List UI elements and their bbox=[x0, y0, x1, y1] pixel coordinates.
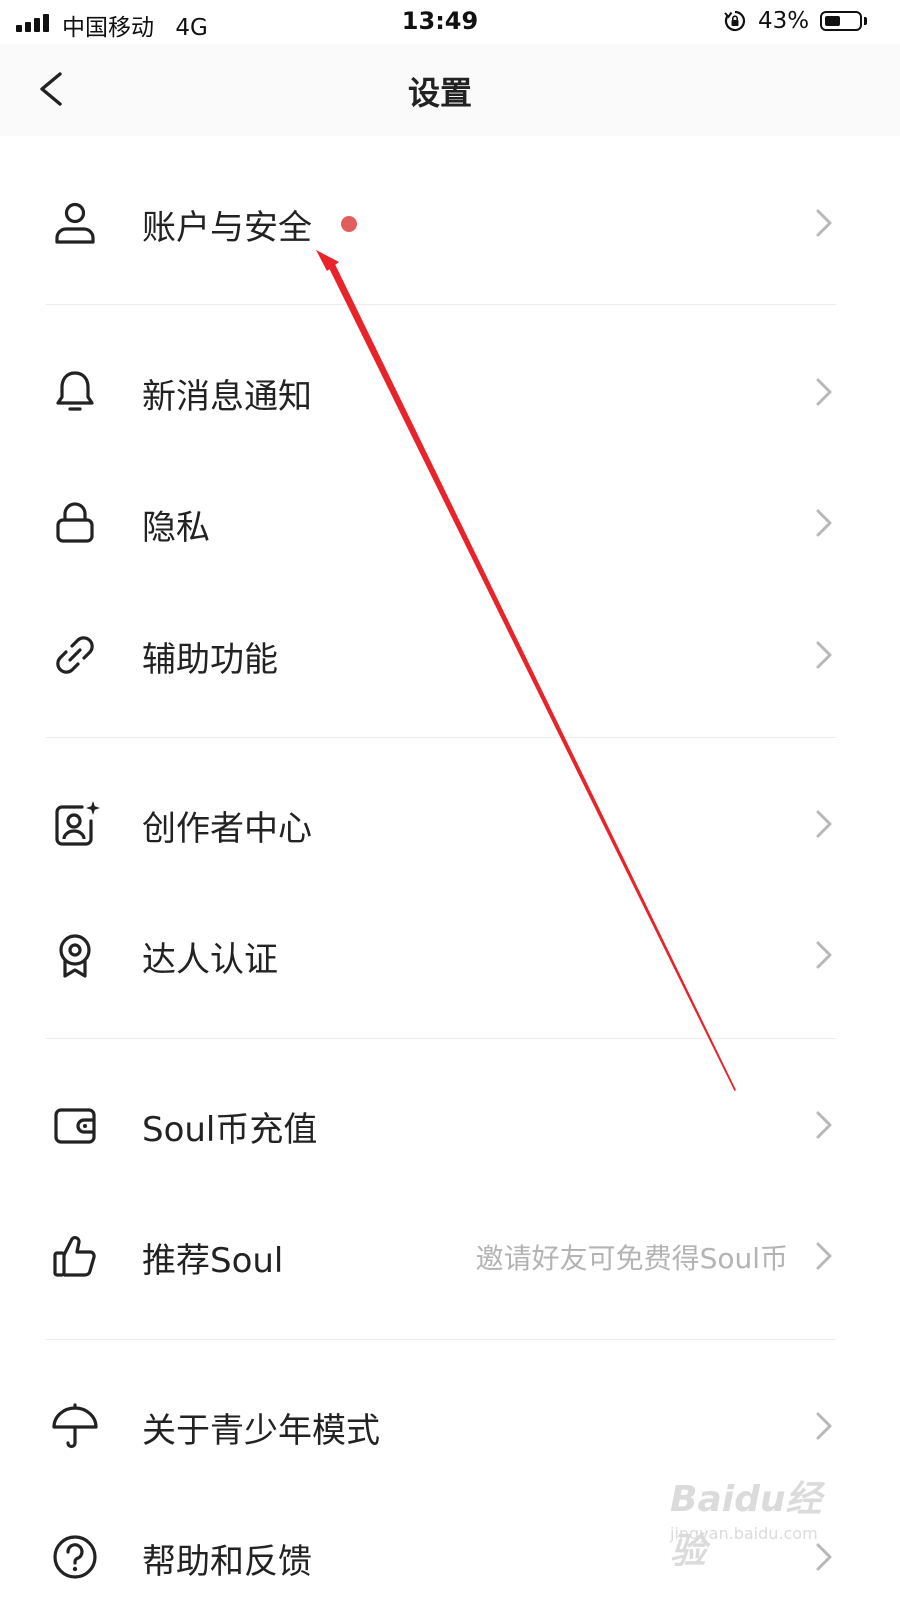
settings-item-label: 达人认证 bbox=[142, 940, 278, 980]
status-time: 13:49 bbox=[401, 7, 479, 35]
chevron-right-icon bbox=[816, 509, 832, 537]
status-bar: 中国移动 4G 13:49 43% bbox=[0, 0, 900, 44]
umbrella-icon bbox=[50, 1401, 100, 1451]
settings-item-privacy[interactable]: 隐私 bbox=[0, 468, 900, 578]
battery-percent: 43% bbox=[758, 8, 810, 34]
settings-item-label: 创作者中心 bbox=[142, 809, 312, 849]
chevron-right-icon bbox=[816, 810, 832, 838]
page-title: 设置 bbox=[407, 74, 472, 112]
wallet-icon bbox=[50, 1100, 100, 1150]
section-divider bbox=[46, 304, 836, 305]
invite-hint-text: 邀请好友可免费得Soul币 bbox=[475, 1242, 788, 1275]
notification-dot bbox=[341, 216, 357, 232]
link-icon bbox=[50, 630, 100, 680]
chevron-right-icon bbox=[816, 378, 832, 406]
settings-item-account-security[interactable]: 账户与安全 bbox=[0, 168, 900, 278]
settings-item-label: 帮助和反馈 bbox=[142, 1542, 312, 1582]
chevron-right-icon bbox=[816, 941, 832, 969]
settings-item-talent-verification[interactable]: 达人认证 bbox=[0, 900, 900, 1010]
settings-item-accessibility[interactable]: 辅助功能 bbox=[0, 600, 900, 710]
settings-item-label: 辅助功能 bbox=[142, 640, 278, 680]
settings-item-creator-center[interactable]: 创作者中心 bbox=[0, 769, 900, 879]
settings-item-label: 隐私 bbox=[142, 508, 210, 548]
chevron-right-icon bbox=[816, 1412, 832, 1440]
chevron-right-icon bbox=[816, 1242, 832, 1270]
help-icon bbox=[50, 1532, 100, 1582]
rotation-lock-icon bbox=[724, 10, 746, 32]
battery-icon bbox=[820, 11, 862, 31]
settings-item-label: 推荐Soul bbox=[142, 1241, 284, 1281]
settings-item-soul-coin-topup[interactable]: Soul币充值 bbox=[0, 1070, 900, 1180]
thumbs-up-icon bbox=[50, 1231, 100, 1281]
settings-item-notifications[interactable]: 新消息通知 bbox=[0, 337, 900, 447]
settings-item-teen-mode[interactable]: 关于青少年模式 bbox=[0, 1371, 900, 1481]
section-divider bbox=[46, 1339, 836, 1340]
settings-item-label: 账户与安全 bbox=[142, 208, 312, 248]
battery-nub bbox=[864, 17, 867, 25]
lock-icon bbox=[50, 498, 100, 548]
watermark-brand: Baidu经验 bbox=[670, 1479, 822, 1572]
bell-icon bbox=[50, 367, 100, 417]
chevron-right-icon bbox=[816, 641, 832, 669]
section-divider bbox=[46, 1038, 836, 1039]
chevron-right-icon bbox=[816, 1111, 832, 1139]
settings-item-label: Soul币充值 bbox=[142, 1110, 318, 1150]
creator-icon bbox=[50, 799, 100, 849]
baidu-jingyan-watermark: Baidu经验 jingyan.baidu.com bbox=[670, 1466, 840, 1572]
settings-item-label: 新消息通知 bbox=[142, 377, 312, 417]
watermark-url: jingyan.baidu.com bbox=[670, 1524, 818, 1543]
section-divider bbox=[46, 737, 836, 738]
award-badge-icon bbox=[50, 930, 100, 980]
settings-item-label: 关于青少年模式 bbox=[142, 1411, 380, 1451]
settings-item-recommend-soul[interactable]: 推荐Soul 邀请好友可免费得Soul币 bbox=[0, 1201, 900, 1311]
nav-bar: 设置 bbox=[0, 44, 900, 136]
chevron-right-icon bbox=[816, 209, 832, 237]
user-icon bbox=[50, 198, 100, 248]
